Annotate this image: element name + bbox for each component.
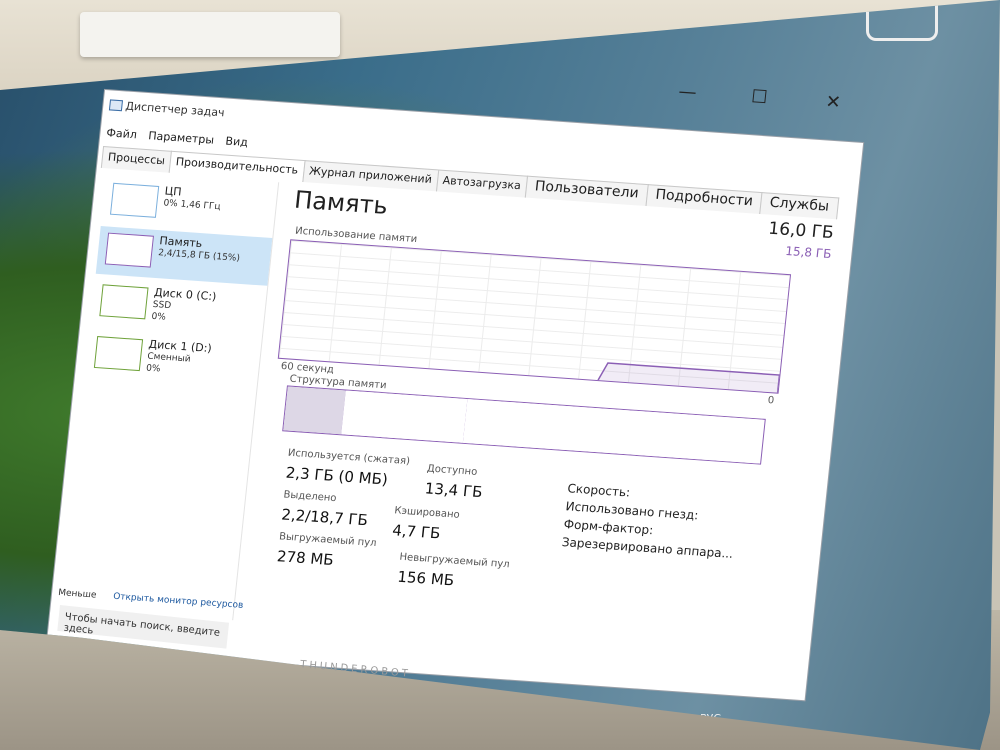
usage-graph-max: 15,8 ГБ <box>784 243 833 262</box>
task-view-icon[interactable]: ▥ <box>241 626 263 648</box>
available-label: Доступно <box>426 463 478 478</box>
minimize-button[interactable]: — <box>666 77 709 108</box>
edge-browser-icon[interactable]: ◉ <box>278 630 300 652</box>
composition-standby <box>341 390 469 443</box>
nonpaged-pool-label: Невыгружаемый пул <box>398 551 511 571</box>
panel-title: Память <box>293 185 390 220</box>
menu-view[interactable]: Вид <box>225 135 249 149</box>
memory-thumbnail-graph <box>104 232 154 268</box>
usage-line <box>597 362 781 393</box>
total-memory: 16,0 ГБ <box>767 218 835 244</box>
maximize-button[interactable]: ☐ <box>738 82 781 113</box>
cpu-thumbnail-graph <box>109 182 160 218</box>
sidebar-item-memory[interactable]: Память 2,4/15,8 ГБ (15%) <box>95 226 273 286</box>
tab-startup[interactable]: Автозагрузка <box>435 169 528 198</box>
paged-pool-value: 278 МБ <box>276 547 335 570</box>
paged-pool-label: Выгружаемый пул <box>278 531 377 550</box>
tab-users[interactable]: Пользователи <box>524 175 649 207</box>
sidebar-item-percent: 0% <box>150 311 167 323</box>
hw-reserved-label: Зарезервировано аппара... <box>561 535 734 561</box>
speed-label: Скорость: <box>566 481 631 500</box>
usage-graph-svg <box>597 362 781 393</box>
nonpaged-pool-value: 156 МБ <box>396 567 455 590</box>
available-value: 13,4 ГБ <box>423 479 484 502</box>
file-explorer-icon[interactable]: ▭ <box>316 634 338 656</box>
monitor-screen: Диспетчер задач — ☐ ✕ Файл Параметры Вид… <box>0 0 1000 750</box>
cached-label: Кэшировано <box>393 505 461 521</box>
tab-services[interactable]: Службы <box>759 192 839 220</box>
tab-processes[interactable]: Процессы <box>100 146 172 173</box>
cached-value: 4,7 ГБ <box>391 521 442 543</box>
window-title: Диспетчер задач <box>124 99 226 120</box>
sidebar-item-percent: 0% <box>145 363 161 375</box>
menu-options[interactable]: Параметры <box>148 129 215 147</box>
air-conditioner <box>80 12 340 57</box>
composition-free <box>462 399 763 464</box>
close-button[interactable]: ✕ <box>812 88 855 119</box>
composition-in-use <box>283 386 347 435</box>
mail-icon[interactable]: ✉ <box>392 642 414 664</box>
sidebar-item-label: ЦП <box>164 184 183 199</box>
sidebar-item-detail: 2,4/15,8 ГБ (15%) <box>157 248 241 264</box>
time-span-label: 60 секунд <box>280 360 335 376</box>
tab-details[interactable]: Подробности <box>645 184 763 215</box>
sidebar-item-detail: 0% 1,46 ГГц <box>162 198 221 213</box>
store-icon[interactable]: ▦ <box>354 638 376 660</box>
disk-thumbnail-graph <box>99 284 149 320</box>
task-manager-taskbar-icon[interactable]: ▤ <box>430 646 452 668</box>
graph-min-label: 0 <box>767 395 775 407</box>
disk-thumbnail-graph <box>93 336 144 372</box>
sidebar-item-disk-1[interactable]: Диск 1 (D:) Сменный 0% <box>85 330 262 390</box>
sidebar-item-detail: SSD <box>152 299 172 312</box>
sidebar-item-detail: Сменный <box>146 351 192 365</box>
task-manager-icon <box>108 99 124 112</box>
committed-label: Выделено <box>282 489 337 505</box>
form-factor-label: Форм-фактор: <box>563 517 654 538</box>
memory-usage-graph <box>277 239 792 394</box>
in-use-value: 2,3 ГБ (0 МБ) <box>284 463 389 489</box>
committed-value: 2,2/18,7 ГБ <box>280 505 369 530</box>
sidebar-item-disk-0[interactable]: Диск 0 (C:) SSD 0% <box>90 278 267 338</box>
task-manager-window: Диспетчер задач — ☐ ✕ Файл Параметры Вид… <box>46 81 864 701</box>
menu-file[interactable]: Файл <box>106 126 138 141</box>
